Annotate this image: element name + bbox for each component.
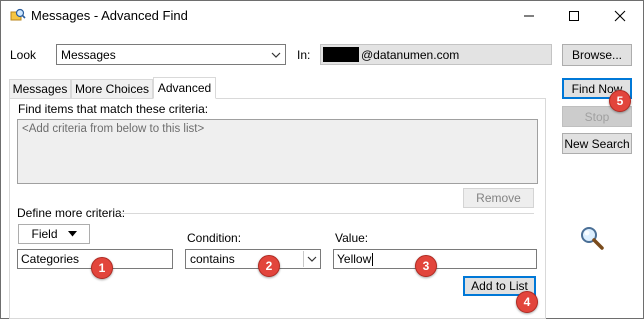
field-button-label: Field [31,227,58,241]
in-label: In: [297,48,311,62]
step-badge-1: 1 [91,257,113,279]
tab-messages[interactable]: Messages [9,79,71,98]
step-badge-3: 3 [415,255,437,277]
minimize-button[interactable] [506,1,552,31]
criteria-list[interactable]: <Add criteria from below to this list> [17,119,538,184]
remove-button[interactable]: Remove [463,188,534,208]
search-find-icon [10,8,26,22]
window-title: Messages - Advanced Find [31,8,188,23]
in-field: @datanumen.com [320,44,552,65]
criteria-heading: Find items that match these criteria: [18,102,209,116]
chevron-down-icon [271,45,281,64]
in-value: @datanumen.com [361,48,460,62]
step-badge-2: 2 [258,255,280,277]
tab-more-choices[interactable]: More Choices [71,79,153,98]
criteria-placeholder: <Add criteria from below to this list> [22,123,205,135]
close-button[interactable] [597,1,643,31]
look-dropdown[interactable]: Messages [56,44,286,65]
chevron-down-icon [303,251,319,267]
look-label: Look [10,48,37,62]
look-value: Messages [61,47,116,62]
text-cursor [372,252,374,266]
maximize-icon [569,11,579,21]
value-text: Yellow [337,252,372,266]
condition-label: Condition: [187,231,242,245]
caret-down-icon [67,231,77,237]
tab-advanced[interactable]: Advanced [153,77,216,99]
condition-dropdown[interactable]: contains [185,249,321,269]
browse-button[interactable]: Browse... [562,44,632,66]
divider [120,213,534,214]
maximize-button[interactable] [551,1,597,31]
define-heading: Define more criteria: [17,206,126,220]
magnifier-icon [579,226,605,250]
redaction-block [323,47,359,62]
minimize-icon [524,15,534,17]
step-badge-4: 4 [516,291,538,313]
new-search-button[interactable]: New Search [562,133,632,154]
close-icon [614,10,626,22]
value-label: Value: [335,231,369,245]
step-badge-5: 5 [609,90,631,112]
field-button[interactable]: Field [18,224,90,244]
condition-value: contains [190,252,235,266]
